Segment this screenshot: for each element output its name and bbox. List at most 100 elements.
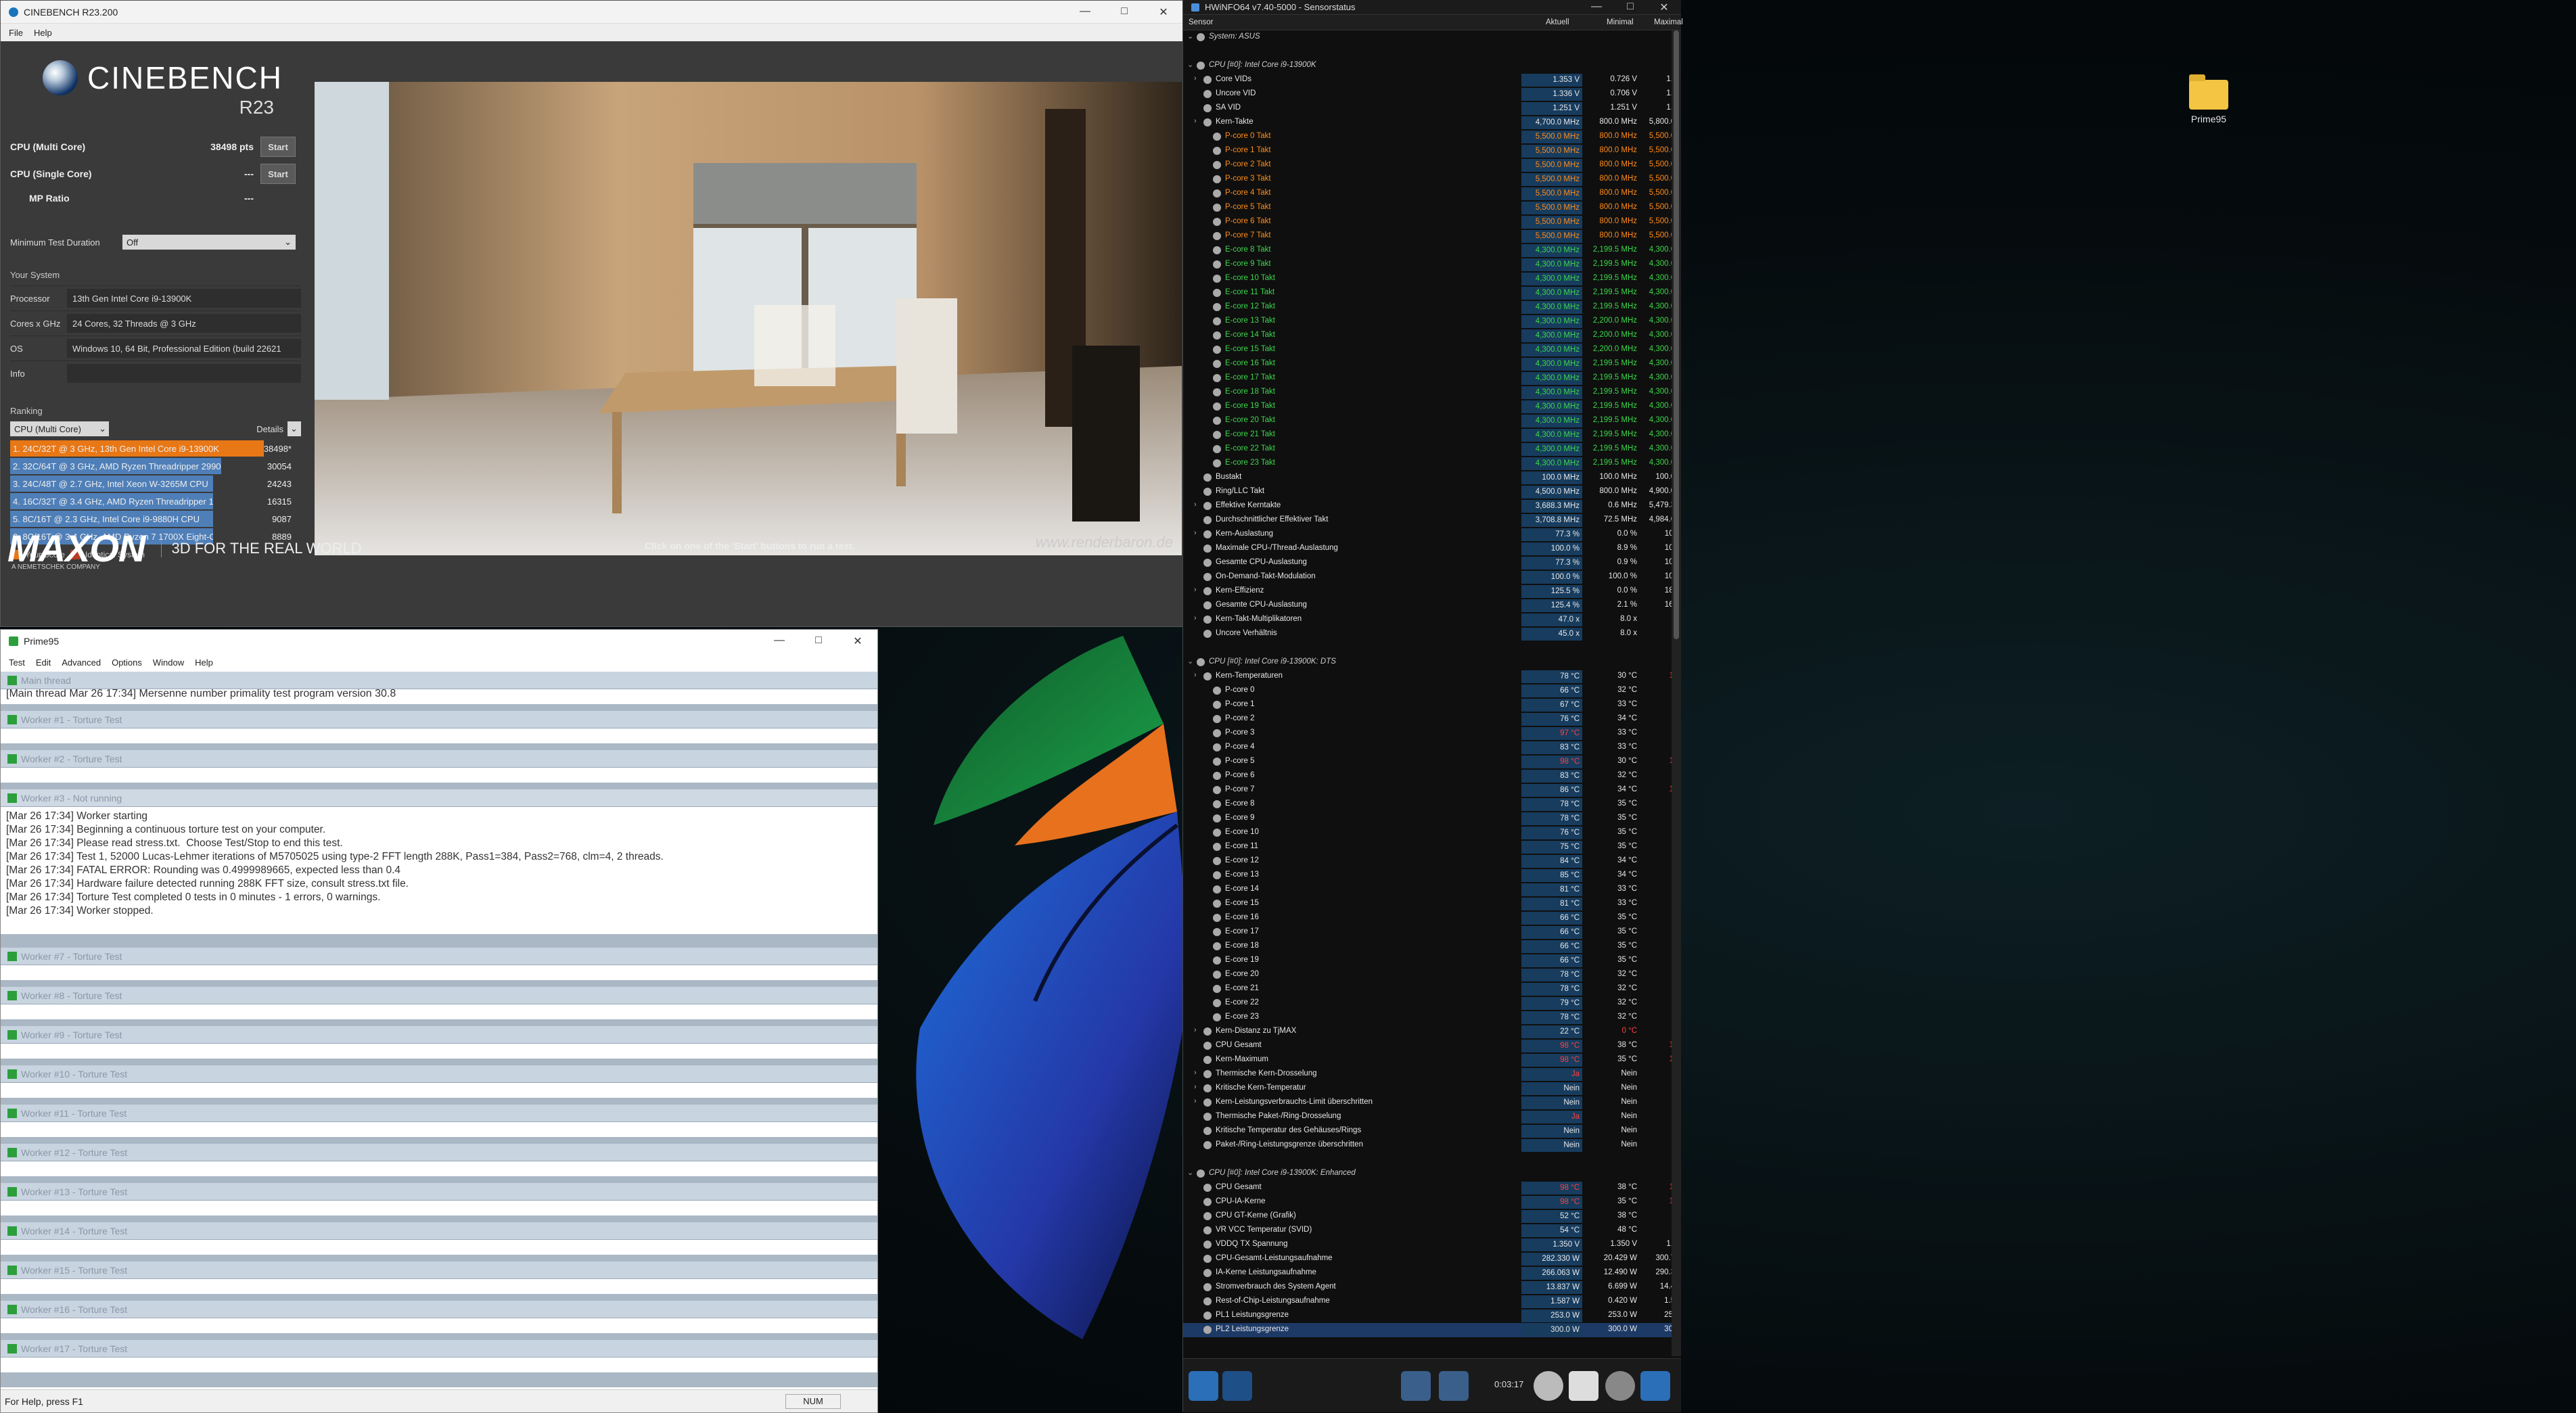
menu-options[interactable]: Options <box>112 657 142 668</box>
sensor-row[interactable]: P-core 2 76 °C 34 °C95 °C <box>1183 712 1672 726</box>
sensor-row[interactable]: Paket-/Ring-Leistungsgrenze überschritte… <box>1183 1138 1672 1153</box>
details-dropdown[interactable]: ⌄ <box>288 421 301 436</box>
sensor-row[interactable]: Uncore Verhältnis 45.0 x 8.0 x49.0 x <box>1183 627 1672 641</box>
worker-title-bar[interactable]: Worker #12 - Torture Test <box>1 1144 877 1161</box>
ranking-select[interactable]: CPU (Multi Core) ⌄ <box>10 421 109 436</box>
menu-window[interactable]: Window <box>153 657 184 668</box>
minimize-icon[interactable]: — <box>1065 5 1105 19</box>
sensor-row[interactable]: E-core 13 Takt 4,300.0 MHz 2,200.0 MHz 4,30… <box>1183 315 1672 329</box>
chevron-right-icon[interactable]: › <box>1194 586 1197 594</box>
sensor-row[interactable]: On-Demand-Takt-Modulation 100.0 % 100.0 % 1… <box>1183 570 1672 584</box>
menu-help[interactable]: Help <box>34 28 52 38</box>
sensor-row[interactable]: E-core 10 Takt 4,300.0 MHz 2,199.5 MHz 4,30… <box>1183 272 1672 286</box>
sensor-row[interactable]: P-core 0 Takt 5,500.0 MHz 800.0 MHz 5,500.0… <box>1183 130 1672 144</box>
worker-window[interactable]: Worker #9 - Torture Test <box>1 1026 877 1059</box>
sensor-row[interactable]: P-core 5 98 °C 30 °C 100 °C <box>1183 755 1672 769</box>
report-icon[interactable] <box>1439 1371 1469 1401</box>
clock-icon[interactable] <box>1534 1371 1563 1401</box>
chevron-right-icon[interactable]: › <box>1194 74 1197 83</box>
worker-title-bar[interactable]: Worker #9 - Torture Test <box>1 1026 877 1044</box>
close-sensors-icon[interactable] <box>1640 1371 1670 1401</box>
sensor-row[interactable]: PL2 Leistungsgrenze 300.0 W 300.0 W 300.0 W <box>1183 1323 1672 1337</box>
sensor-row[interactable]: E-core 15 Takt 4,300.0 MHz 2,200.0 MHz 4,30… <box>1183 343 1672 357</box>
sensor-row[interactable]: P-core 4 Takt 5,500.0 MHz 800.0 MHz 5,500.0… <box>1183 187 1672 201</box>
log-file-icon[interactable] <box>1569 1371 1598 1401</box>
worker-window[interactable]: Worker #8 - Torture Test <box>1 987 877 1019</box>
chevron-down-icon[interactable]: ⌄ <box>1187 1168 1193 1177</box>
sensor-row[interactable]: SA VID 1.251 V 1.251 V 1.251 V <box>1183 101 1672 116</box>
sensor-row[interactable]: E-core 16 66 °C 35 °C78 °C <box>1183 911 1672 925</box>
sensor-row[interactable]: E-core 22 79 °C 32 °C85 °C <box>1183 996 1672 1011</box>
menu-file[interactable]: File <box>9 28 23 38</box>
sensor-row[interactable]: ›Thermische Kern-DrosselungJaNeinJa <box>1183 1067 1672 1082</box>
sensor-row[interactable]: VR VCC Temperatur (SVID)54 °C48 °C54 °C <box>1183 1224 1672 1238</box>
sensor-row[interactable]: E-core 20 78 °C 32 °C86 °C <box>1183 968 1672 982</box>
col-min[interactable]: Minimal <box>1607 18 1634 26</box>
worker-window[interactable]: Worker #15 - Torture Test <box>1 1261 877 1294</box>
sensor-row[interactable]: P-core 6 Takt 5,500.0 MHz 800.0 MHz 5,500.0… <box>1183 215 1672 229</box>
sensor-row[interactable]: P-core 5 Takt 5,500.0 MHz 800.0 MHz 5,500.0… <box>1183 201 1672 215</box>
sensor-row[interactable]: E-core 14 81 °C 33 °C90 °C <box>1183 883 1672 897</box>
minimize-icon[interactable]: — <box>760 634 799 648</box>
sensor-row[interactable]: E-core 10 76 °C 35 °C82 °C <box>1183 826 1672 840</box>
col-max[interactable]: Maximal <box>1654 18 1683 26</box>
sensor-row[interactable]: PL1 Leistungsgrenze 253.0 W 253.0 W 253.0 W <box>1183 1309 1672 1323</box>
ranking-item[interactable]: 3. 24C/48T @ 2.7 GHz, Intel Xeon W-3265M… <box>10 476 301 492</box>
hwinfo-title-bar[interactable]: HWiNFO64 v7.40-5000 - Sensorstatus — □ ✕ <box>1183 0 1681 15</box>
sensor-row[interactable]: E-core 8 78 °C 35 °C82 °C <box>1183 797 1672 812</box>
chevron-right-icon[interactable]: › <box>1194 1097 1197 1105</box>
sensor-row[interactable]: E-core 18 Takt 4,300.0 MHz 2,199.5 MHz 4,30… <box>1183 386 1672 400</box>
start-single-core-button[interactable]: Start <box>260 164 296 184</box>
nav-skip-icon[interactable] <box>1222 1371 1252 1401</box>
chevron-right-icon[interactable]: › <box>1194 1069 1197 1077</box>
col-current[interactable]: Aktuell <box>1546 18 1569 26</box>
sensor-row[interactable]: › Kern-Leistungsverbrauchs-Limit überschr… <box>1183 1096 1672 1110</box>
sensor-row[interactable]: E-core 18 66 °C 35 °C78 °C <box>1183 940 1672 954</box>
menu-advanced[interactable]: Advanced <box>62 657 101 668</box>
sensor-row[interactable]: E-core 19 Takt 4,300.0 MHz 2,199.5 MHz 4,30… <box>1183 400 1672 414</box>
sensor-row[interactable]: E-core 17 Takt 4,300.0 MHz 2,199.5 MHz 4,30… <box>1183 371 1672 386</box>
menu-edit[interactable]: Edit <box>36 657 51 668</box>
minimize-icon[interactable]: — <box>1580 1 1613 14</box>
close-icon[interactable]: ✕ <box>1144 5 1183 19</box>
sensor-row[interactable]: P-core 3 Takt 5,500.0 MHz 800.0 MHz 5,500.0… <box>1183 172 1672 187</box>
sensor-row[interactable]: E-core 15 81 °C 33 °C90 °C <box>1183 897 1672 911</box>
worker-title-bar[interactable]: Worker #1 - Torture Test <box>1 711 877 728</box>
sensor-row[interactable]: › Kern-Distanz zu TjMAX 22 °C 0 °C70 °C <box>1183 1025 1672 1039</box>
sensor-group-header[interactable]: ⌄ CPU [#0]: Intel Core i9-13900K: DTS <box>1183 655 1672 670</box>
sensor-row[interactable]: E-core 11 75 °C 35 °C82 °C <box>1183 840 1672 854</box>
sensor-row[interactable]: P-core 6 83 °C 32 °C92 °C <box>1183 769 1672 783</box>
sensor-row[interactable]: E-core 17 66 °C 35 °C78 °C <box>1183 925 1672 940</box>
sensor-scrollbar[interactable] <box>1672 30 1681 1356</box>
sensor-row[interactable]: E-core 21 Takt 4,300.0 MHz 2,199.5 MHz 4,30… <box>1183 428 1672 442</box>
ranking-item[interactable]: 4. 16C/32T @ 3.4 GHz, AMD Ryzen Threadri… <box>10 493 301 509</box>
sensor-row[interactable]: P-core 2 Takt 5,500.0 MHz 800.0 MHz 5,500.0… <box>1183 158 1672 172</box>
worker-title-bar[interactable]: Worker #3 - Not running <box>1 789 877 807</box>
sensor-row[interactable]: E-core 22 Takt 4,300.0 MHz 2,199.5 MHz 4,30… <box>1183 442 1672 457</box>
col-sensor[interactable]: Sensor <box>1189 18 1213 26</box>
sensor-row[interactable]: Uncore VID 1.336 V 0.706 V 1.339 V <box>1183 87 1672 101</box>
sensor-row[interactable]: Gesamte CPU-Auslastung 125.4 % 2.1 % 162.3 … <box>1183 599 1672 613</box>
sensor-row[interactable]: CPU-IA-Kerne 98 °C 35 °C 101 °C <box>1183 1195 1672 1209</box>
details-button[interactable]: Details <box>256 424 283 434</box>
sensor-row[interactable]: Kern-Maximum 98 °C 35 °C 100 °C <box>1183 1053 1672 1067</box>
menu-help[interactable]: Help <box>195 657 213 668</box>
sensor-row[interactable]: E-core 21 78 °C 32 °C85 °C <box>1183 982 1672 996</box>
start-multi-core-button[interactable]: Start <box>260 137 296 157</box>
maximize-icon[interactable]: □ <box>1105 5 1144 19</box>
worker-title-bar[interactable]: Worker #13 - Torture Test <box>1 1183 877 1201</box>
worker-window[interactable]: Worker #14 - Torture Test <box>1 1222 877 1255</box>
worker-title-bar[interactable]: Worker #8 - Torture Test <box>1 987 877 1004</box>
worker-title-bar[interactable]: Worker #2 - Torture Test <box>1 750 877 768</box>
sensor-row[interactable]: Rest-of-Chip-Leistungsaufnahme 1.587 W 0.4… <box>1183 1295 1672 1309</box>
ranking-item[interactable]: 1. 24C/32T @ 3 GHz, 13th Gen Intel Core … <box>10 440 301 457</box>
chevron-down-icon[interactable]: ⌄ <box>1187 32 1193 41</box>
cinebench-title-bar[interactable]: CINEBENCH R23.200 — □ ✕ <box>1 1 1183 24</box>
sensor-row[interactable]: P-core 1 67 °C 33 °C95 °C <box>1183 698 1672 712</box>
worker-title-bar[interactable]: Worker #11 - Torture Test <box>1 1105 877 1122</box>
worker-window[interactable]: Worker #7 - Torture Test <box>1 948 877 980</box>
chevron-right-icon[interactable]: › <box>1194 614 1197 622</box>
sensor-row[interactable]: E-core 23 Takt 4,300.0 MHz 2,199.5 MHz 4,30… <box>1183 457 1672 471</box>
sensor-row[interactable]: ›Kritische Kern-TemperaturNeinNeinNein <box>1183 1082 1672 1096</box>
sensor-row[interactable]: CPU GT-Kerne (Grafik) 52 °C 38 °C54 °C <box>1183 1209 1672 1224</box>
